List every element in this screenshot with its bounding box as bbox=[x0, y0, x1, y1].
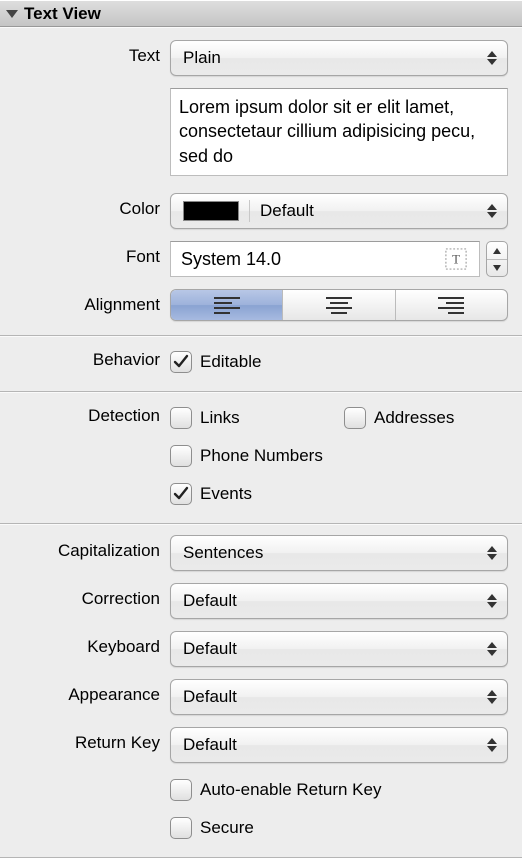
keyboard-value: Default bbox=[183, 639, 237, 659]
popup-arrows-icon bbox=[485, 736, 499, 754]
align-center-icon bbox=[326, 297, 352, 314]
section-behavior: Behavior Editable bbox=[0, 336, 522, 392]
font-value: System 14.0 bbox=[181, 249, 281, 270]
editable-label: Editable bbox=[200, 352, 261, 372]
section-detection: Detection Links Addresses Phone Numbers … bbox=[0, 392, 522, 524]
checkmark-icon bbox=[173, 354, 189, 370]
label-behavior: Behavior bbox=[14, 347, 170, 370]
phone-label: Phone Numbers bbox=[200, 446, 323, 466]
text-mode-popup[interactable]: Plain bbox=[170, 40, 508, 76]
events-label: Events bbox=[200, 484, 252, 504]
popup-arrows-icon bbox=[485, 688, 499, 706]
text-mode-value: Plain bbox=[183, 48, 221, 68]
align-right-button[interactable] bbox=[395, 290, 507, 320]
popup-arrows-icon bbox=[485, 544, 499, 562]
align-right-icon bbox=[438, 297, 464, 314]
label-alignment: Alignment bbox=[14, 289, 170, 315]
font-field[interactable]: System 14.0 T bbox=[170, 241, 480, 277]
appearance-value: Default bbox=[183, 687, 237, 707]
checkmark-icon bbox=[173, 486, 189, 502]
popup-arrows-icon bbox=[485, 640, 499, 658]
popup-arrows-icon bbox=[485, 202, 499, 220]
align-left-button[interactable] bbox=[171, 290, 282, 320]
font-size-stepper[interactable] bbox=[486, 241, 508, 277]
secure-label: Secure bbox=[200, 818, 254, 838]
auto-enable-return-label: Auto-enable Return Key bbox=[200, 780, 381, 800]
color-swatch-icon bbox=[183, 201, 239, 221]
inspector-section-header[interactable]: Text View bbox=[0, 0, 522, 27]
label-correction: Correction bbox=[14, 583, 170, 609]
alignment-segmented[interactable] bbox=[170, 289, 508, 321]
addresses-checkbox[interactable] bbox=[344, 407, 366, 429]
addresses-label: Addresses bbox=[374, 408, 454, 428]
stepper-up[interactable] bbox=[487, 242, 507, 259]
section-text: Text Plain Color Default bbox=[0, 27, 522, 336]
color-value: Default bbox=[260, 201, 314, 221]
text-content-textarea[interactable] bbox=[170, 88, 508, 176]
label-appearance: Appearance bbox=[14, 679, 170, 705]
links-label: Links bbox=[200, 408, 240, 428]
popup-arrows-icon bbox=[485, 592, 499, 610]
secure-checkbox[interactable] bbox=[170, 817, 192, 839]
label-keyboard: Keyboard bbox=[14, 631, 170, 657]
keyboard-popup[interactable]: Default bbox=[170, 631, 508, 667]
section-keyboard: Capitalization Sentences Correction Defa… bbox=[0, 524, 522, 858]
return-key-value: Default bbox=[183, 735, 237, 755]
label-capitalization: Capitalization bbox=[14, 535, 170, 561]
events-checkbox[interactable] bbox=[170, 483, 192, 505]
font-panel-icon[interactable]: T bbox=[443, 246, 469, 272]
capitalization-popup[interactable]: Sentences bbox=[170, 535, 508, 571]
links-checkbox[interactable] bbox=[170, 407, 192, 429]
label-detection: Detection bbox=[14, 403, 170, 426]
popup-divider bbox=[249, 200, 250, 222]
label-return-key: Return Key bbox=[14, 727, 170, 753]
label-color: Color bbox=[14, 193, 170, 219]
svg-text:T: T bbox=[452, 253, 460, 267]
correction-popup[interactable]: Default bbox=[170, 583, 508, 619]
correction-value: Default bbox=[183, 591, 237, 611]
align-center-button[interactable] bbox=[282, 290, 394, 320]
popup-arrows-icon bbox=[485, 49, 499, 67]
editable-checkbox[interactable] bbox=[170, 351, 192, 373]
label-font: Font bbox=[14, 241, 170, 267]
capitalization-value: Sentences bbox=[183, 543, 263, 563]
phone-checkbox[interactable] bbox=[170, 445, 192, 467]
return-key-popup[interactable]: Default bbox=[170, 727, 508, 763]
section-title: Text View bbox=[24, 4, 101, 24]
appearance-popup[interactable]: Default bbox=[170, 679, 508, 715]
color-popup[interactable]: Default bbox=[170, 193, 508, 229]
disclosure-triangle-icon[interactable] bbox=[6, 10, 18, 18]
stepper-down[interactable] bbox=[487, 259, 507, 276]
align-left-icon bbox=[214, 297, 240, 314]
label-text: Text bbox=[14, 40, 170, 66]
